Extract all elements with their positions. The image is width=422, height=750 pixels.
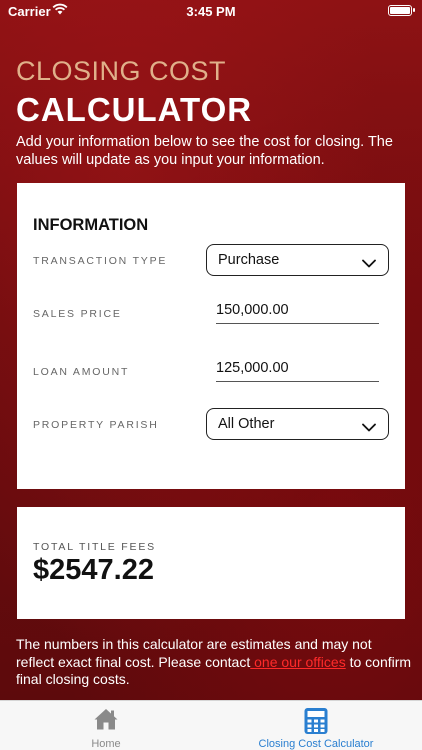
transaction-type-value: Purchase	[218, 252, 280, 268]
chevron-down-icon	[362, 419, 376, 437]
chevron-down-icon	[362, 255, 376, 273]
tab-home[interactable]: Home	[60, 701, 152, 750]
home-icon	[93, 707, 119, 736]
total-title-fees-value: $2547.22	[33, 554, 154, 586]
calculator-icon	[303, 707, 329, 740]
offices-link[interactable]: one our offices	[250, 654, 346, 670]
tab-closing-cost-calculator[interactable]: Closing Cost Calculator	[246, 701, 386, 750]
sales-price-value: 150,000.00	[216, 302, 289, 318]
information-card: INFORMATION TRANSACTION TYPE Purchase SA…	[17, 183, 405, 489]
property-parish-value: All Other	[218, 416, 275, 432]
battery-level	[390, 7, 410, 14]
tab-home-label: Home	[91, 738, 121, 750]
intro-text: Add your information below to see the co…	[16, 134, 393, 168]
loan-amount-value: 125,000.00	[216, 360, 289, 376]
status-bar: Carrier 3:45 PM	[0, 0, 422, 24]
property-parish-select[interactable]: All Other	[206, 408, 389, 440]
status-time: 3:45 PM	[186, 4, 236, 19]
tab-bar: Home Closing Cost Calculator	[0, 700, 422, 750]
transaction-type-select[interactable]: Purchase	[206, 244, 389, 276]
property-parish-label: PROPERTY PARISH	[33, 419, 159, 431]
loan-amount-input[interactable]: 125,000.00	[216, 358, 379, 382]
page-title-main: CALCULATOR	[16, 91, 253, 128]
total-card: TOTAL TITLE FEES $2547.22	[17, 507, 405, 619]
app-background: Carrier 3:45 PM CLOSING COST CALCULATOR …	[0, 0, 422, 750]
information-heading: INFORMATION	[33, 216, 149, 234]
page-title-top: CLOSING COST	[16, 56, 227, 86]
tab-calculator-label: Closing Cost Calculator	[258, 738, 374, 750]
sales-price-label: SALES PRICE	[33, 308, 122, 320]
battery-icon	[388, 5, 415, 16]
transaction-type-label: TRANSACTION TYPE	[33, 255, 168, 267]
total-title-fees-label: TOTAL TITLE FEES	[33, 541, 156, 553]
sales-price-input[interactable]: 150,000.00	[216, 300, 379, 324]
loan-amount-label: LOAN AMOUNT	[33, 366, 130, 378]
disclaimer-text: The numbers in this calculator are estim…	[16, 636, 412, 689]
